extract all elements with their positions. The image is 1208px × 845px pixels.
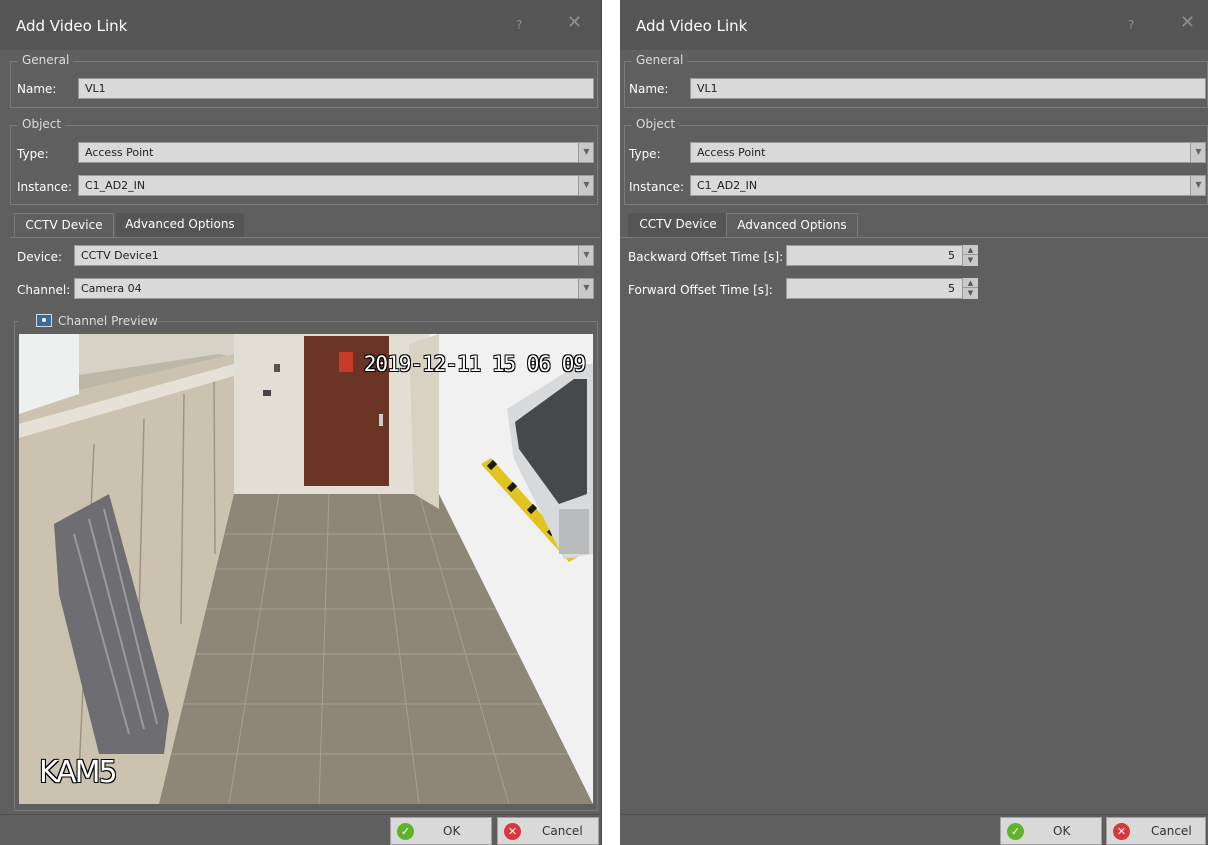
camera-scene [19, 334, 593, 804]
add-video-link-dialog-advanced: Add Video Link ? ✕ General Name: VL1 Obj… [620, 0, 1208, 845]
add-video-link-dialog-cctv: Add Video Link ? ✕ General Name: VL1 Obj… [0, 0, 602, 845]
channel-preview-legend: Channel Preview [18, 312, 158, 330]
cancel-button-label: Cancel [542, 824, 583, 838]
forward-offset-value: 5 [948, 282, 955, 295]
tab-advanced-options[interactable]: Advanced Options [726, 213, 858, 237]
type-select[interactable]: Access Point ▼ [78, 142, 594, 163]
type-label: Type: [629, 147, 661, 161]
camera-video-frame: 2019-12-11 15 06 09 KAM5 [19, 334, 593, 804]
spin-up-icon[interactable]: ▲ [963, 245, 978, 255]
dialog-title: Add Video Link [636, 17, 748, 35]
name-value: VL1 [85, 82, 106, 95]
spinner-buttons: ▲ ▼ [962, 245, 978, 266]
spin-down-icon[interactable]: ▼ [963, 288, 978, 298]
footer-divider [620, 814, 1208, 815]
camera-preview-icon [36, 314, 52, 327]
chevron-down-icon[interactable]: ▼ [1190, 176, 1205, 195]
forward-offset-label: Forward Offset Time [s]: [628, 283, 773, 297]
backward-offset-label: Backward Offset Time [s]: [628, 250, 784, 264]
channel-preview-title: Channel Preview [58, 314, 158, 328]
chevron-down-icon[interactable]: ▼ [578, 143, 593, 162]
check-icon: ✓ [397, 823, 414, 840]
name-label: Name: [17, 82, 57, 96]
title-bar: Add Video Link ? ✕ [0, 0, 601, 50]
instance-value: C1_AD2_IN [697, 179, 758, 192]
ok-button[interactable]: ✓ OK [390, 817, 492, 845]
type-select[interactable]: Access Point ▼ [690, 142, 1206, 163]
general-group-title: General [632, 53, 688, 67]
title-bar: Add Video Link ? ✕ [620, 0, 1208, 50]
ok-button-label: OK [443, 824, 461, 838]
type-label: Type: [17, 147, 49, 161]
footer-divider [0, 814, 601, 815]
backward-offset-value: 5 [948, 249, 955, 262]
forward-offset-spinner[interactable]: 5 ▲ ▼ [786, 278, 978, 299]
instance-select[interactable]: C1_AD2_IN ▼ [78, 175, 594, 196]
chevron-down-icon[interactable]: ▼ [578, 176, 593, 195]
type-value: Access Point [697, 146, 766, 159]
general-group-title: General [18, 53, 74, 67]
instance-label: Instance: [17, 180, 73, 194]
device-value: CCTV Device1 [81, 249, 159, 262]
spin-down-icon[interactable]: ▼ [963, 255, 978, 265]
tab-strip [620, 237, 1208, 238]
chevron-down-icon[interactable]: ▼ [1190, 143, 1205, 162]
channel-select[interactable]: Camera 04 ▼ [74, 278, 594, 299]
chevron-down-icon[interactable]: ▼ [578, 246, 593, 265]
instance-label: Instance: [629, 180, 685, 194]
ok-button[interactable]: ✓ OK [1000, 817, 1102, 845]
help-icon[interactable]: ? [516, 18, 522, 32]
osd-camera-name: KAM5 [39, 755, 118, 790]
tab-strip [10, 237, 601, 238]
cancel-button[interactable]: ✕ Cancel [497, 817, 599, 845]
chevron-down-icon[interactable]: ▼ [578, 279, 593, 298]
device-select[interactable]: CCTV Device1 ▼ [74, 245, 594, 266]
instance-value: C1_AD2_IN [85, 179, 146, 192]
name-label: Name: [629, 82, 669, 96]
check-icon: ✓ [1007, 823, 1024, 840]
backward-offset-spinner[interactable]: 5 ▲ ▼ [786, 245, 978, 266]
cancel-icon: ✕ [504, 823, 521, 840]
ok-button-label: OK [1053, 824, 1071, 838]
help-icon[interactable]: ? [1128, 18, 1134, 32]
name-value: VL1 [697, 82, 718, 95]
object-group-title: Object [632, 117, 680, 131]
object-group-title: Object [18, 117, 66, 131]
cancel-button-label: Cancel [1151, 824, 1192, 838]
tab-cctv-device[interactable]: CCTV Device [14, 213, 114, 237]
tab-advanced-options[interactable]: Advanced Options [116, 213, 244, 237]
dialog-title: Add Video Link [16, 17, 128, 35]
osd-timestamp: 2019-12-11 15 06 09 [363, 352, 586, 376]
channel-label: Channel: [17, 283, 71, 297]
name-field[interactable]: VL1 [78, 78, 594, 99]
tab-cctv-device[interactable]: CCTV Device [628, 213, 728, 237]
close-icon[interactable]: ✕ [567, 14, 582, 32]
channel-value: Camera 04 [81, 282, 142, 295]
cancel-button[interactable]: ✕ Cancel [1106, 817, 1206, 845]
name-field[interactable]: VL1 [690, 78, 1206, 99]
cancel-icon: ✕ [1113, 823, 1130, 840]
device-label: Device: [17, 250, 63, 264]
spinner-buttons: ▲ ▼ [962, 278, 978, 299]
instance-select[interactable]: C1_AD2_IN ▼ [690, 175, 1206, 196]
close-icon[interactable]: ✕ [1180, 14, 1195, 32]
spin-up-icon[interactable]: ▲ [963, 278, 978, 288]
type-value: Access Point [85, 146, 154, 159]
